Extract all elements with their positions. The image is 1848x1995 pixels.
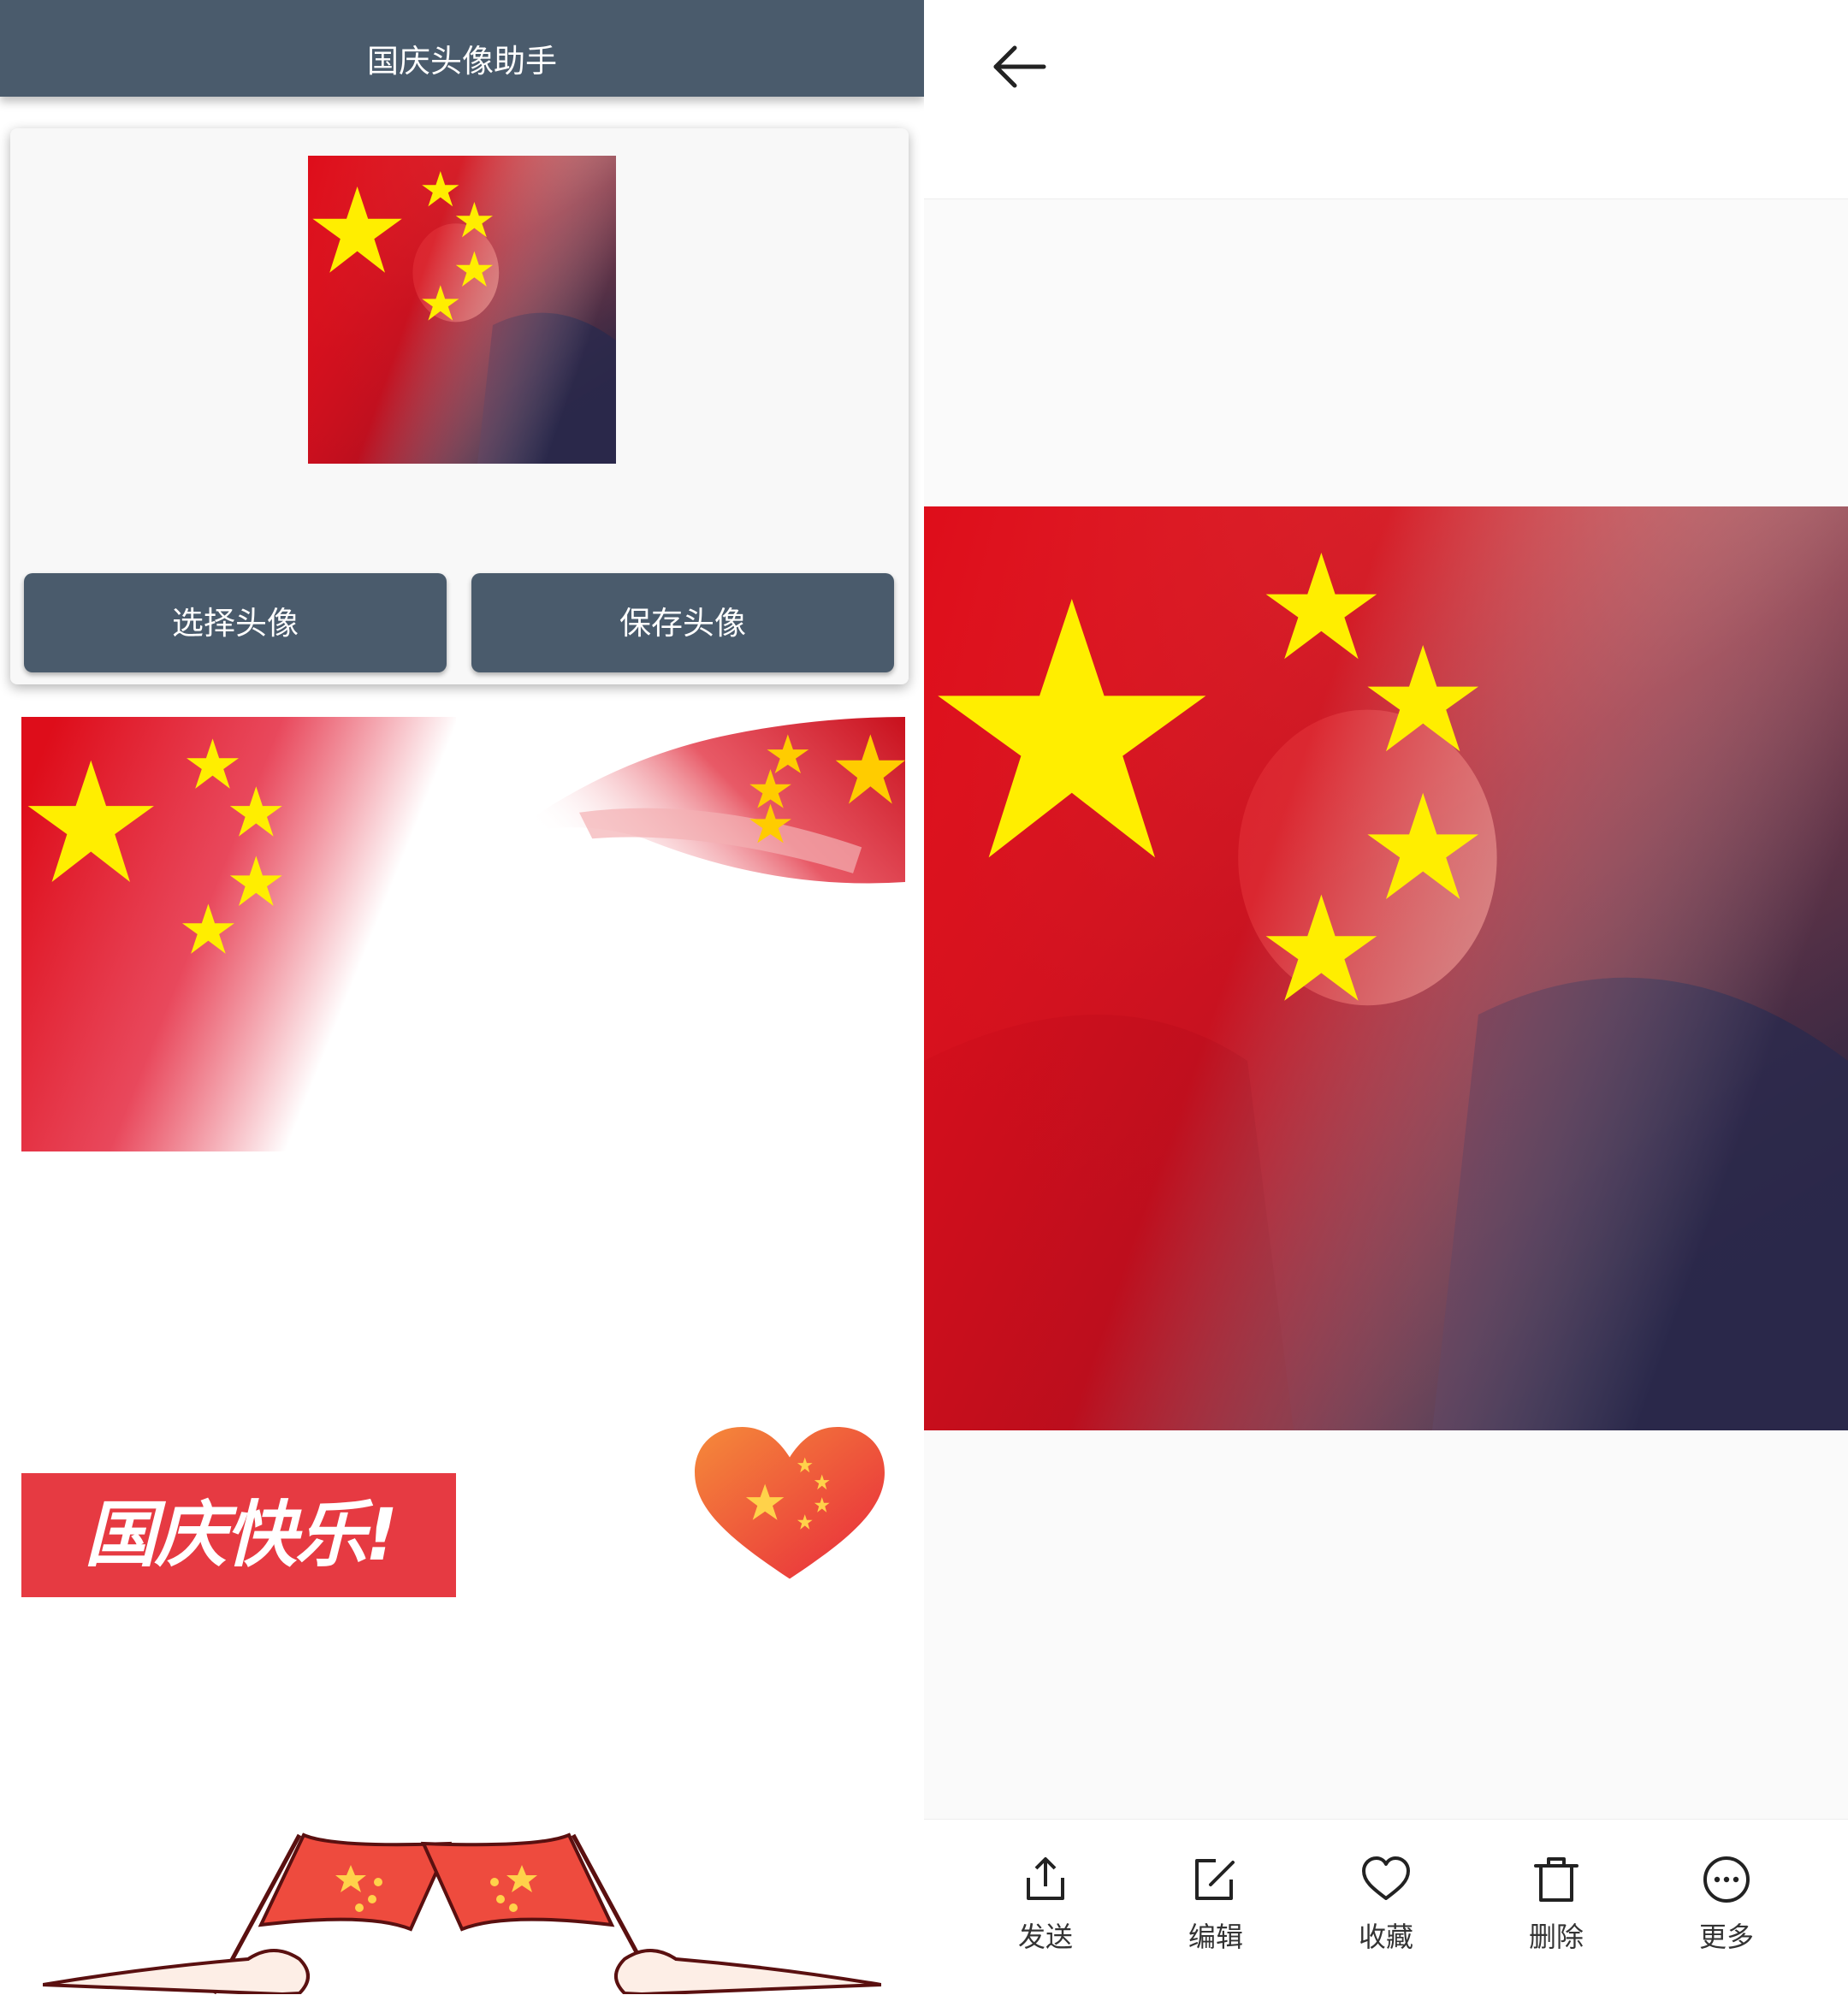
favorite-label: 收藏 <box>1358 1921 1413 1953</box>
trash-icon <box>1534 1857 1578 1902</box>
banner-text: 国庆快乐! <box>84 1493 398 1577</box>
frame-heart[interactable] <box>695 1427 885 1583</box>
frame-hands-with-flags[interactable] <box>43 1822 881 1994</box>
edit-icon <box>1195 1859 1235 1900</box>
select-avatar-button[interactable]: 选择头像 <box>24 573 447 672</box>
send-label: 发送 <box>1017 1921 1073 1953</box>
send-action[interactable]: 发送 <box>986 1854 1105 1965</box>
delete-label: 删除 <box>1528 1921 1584 1953</box>
viewer-action-bar: 发送 编辑 收藏 删除 更多 <box>924 1819 1848 1995</box>
share-icon <box>1027 1857 1064 1900</box>
back-arrow-icon[interactable] <box>992 41 1047 92</box>
edit-label: 编辑 <box>1188 1921 1243 1953</box>
delete-action[interactable]: 删除 <box>1496 1854 1616 1965</box>
image-viewer: 发送 编辑 收藏 删除 更多 <box>924 0 1848 1995</box>
viewer-top-bar <box>924 0 1848 199</box>
frame-flag-gradient[interactable] <box>21 717 456 1151</box>
more-icon <box>1703 1856 1750 1903</box>
heart-icon <box>1362 1856 1410 1900</box>
viewer-avatar-image <box>924 506 1848 1430</box>
avatar-helper-app: 国庆头像助手 选择头像 保存头像 国庆快乐! <box>0 0 924 1994</box>
favorite-action[interactable]: 收藏 <box>1326 1854 1446 1965</box>
save-avatar-button[interactable]: 保存头像 <box>471 573 894 672</box>
more-label: 更多 <box>1698 1921 1754 1953</box>
edit-action[interactable]: 编辑 <box>1156 1854 1276 1965</box>
frame-national-day-banner[interactable]: 国庆快乐! <box>21 1473 456 1597</box>
avatar-preview <box>308 156 616 464</box>
more-action[interactable]: 更多 <box>1667 1854 1786 1965</box>
frame-waving-flag[interactable] <box>471 717 905 1151</box>
app-title: 国庆头像助手 <box>367 43 557 80</box>
